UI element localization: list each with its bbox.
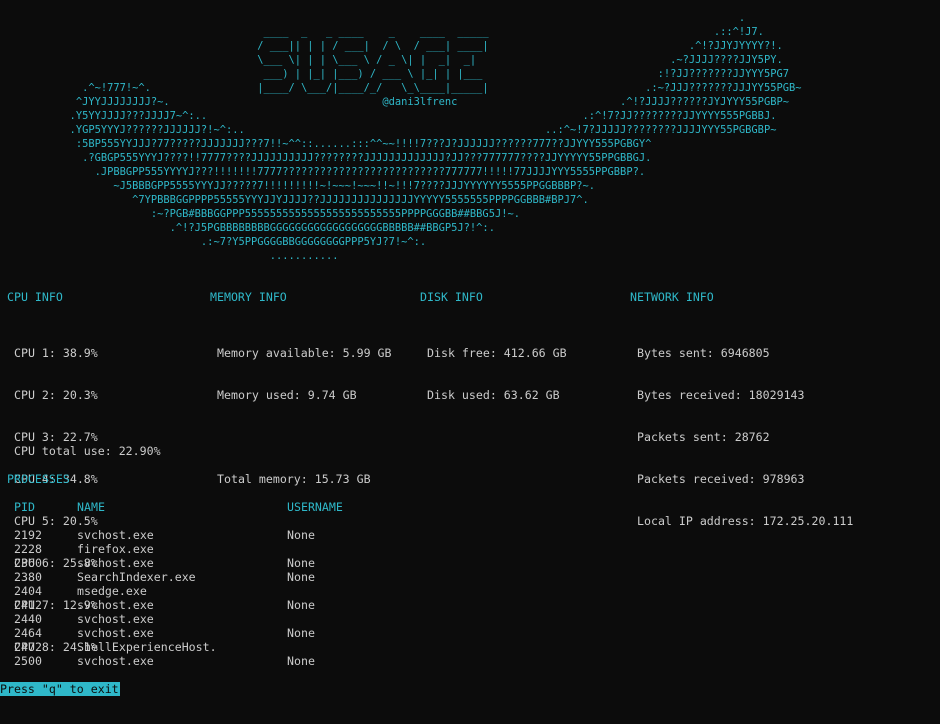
process-username: None — [287, 570, 315, 584]
network-info-list: Bytes sent: 6946805 Bytes received: 1802… — [637, 318, 853, 556]
process-username: None — [287, 556, 315, 570]
terminal-window: . ____ _ _ ____ _ ____ _____ .::^!J7. / … — [0, 0, 940, 696]
memory-info-list: Memory available: 5.99 GB Memory used: 9… — [217, 318, 392, 514]
cpu-info-title: CPU INFO — [7, 290, 63, 304]
process-name: firefox.exe — [77, 542, 154, 556]
memory-info-title: MEMORY INFO — [210, 290, 287, 304]
process-name: svchost.exe — [77, 612, 154, 626]
table-row: 2500 svchost.exe None — [14, 654, 315, 668]
process-name: svchost.exe — [77, 626, 154, 640]
cpu-core-value: CPU 2: 20.3% — [14, 388, 98, 402]
process-name: svchost.exe — [77, 556, 154, 570]
table-row: 2360 svchost.exe None — [14, 556, 315, 570]
memory-total: Total memory: 15.73 GB — [217, 472, 371, 486]
cpu-core-value: CPU 1: 38.9% — [14, 346, 98, 360]
process-username: None — [287, 598, 315, 612]
table-row: 2192 svchost.exe None — [14, 528, 315, 542]
network-info-title: NETWORK INFO — [630, 290, 714, 304]
process-pid: 2472 — [14, 640, 42, 654]
table-row: 2472 ShellExperienceHost. — [14, 640, 217, 654]
name-column-header: NAME — [77, 500, 105, 514]
process-pid: 2380 — [14, 570, 42, 584]
disk-free: Disk free: 412.66 GB — [427, 346, 567, 360]
process-pid: 2228 — [14, 542, 42, 556]
process-pid: 2500 — [14, 654, 42, 668]
exit-hint: Press "q" to exit — [0, 682, 120, 696]
process-name: svchost.exe — [77, 598, 154, 612]
table-row: 2464 svchost.exe None — [14, 626, 315, 640]
cpu-core-value: CPU 3: 22.7% — [14, 430, 98, 444]
process-name: ShellExperienceHost. — [77, 640, 217, 654]
memory-available: Memory available: 5.99 GB — [217, 346, 392, 360]
process-name: svchost.exe — [77, 654, 154, 668]
process-pid: 2404 — [14, 584, 42, 598]
process-username: None — [287, 528, 315, 542]
process-pid: 2440 — [14, 612, 42, 626]
processes-title: PROCESSES — [7, 472, 70, 486]
network-packets-sent: Packets sent: 28762 — [637, 430, 770, 444]
pid-column-header: PID — [14, 500, 35, 514]
process-pid: 2360 — [14, 556, 42, 570]
username-column-header: USERNAME — [287, 500, 343, 514]
table-row: 2440 svchost.exe — [14, 612, 154, 626]
network-packets-received: Packets received: 978963 — [637, 472, 805, 486]
table-row: 2380 SearchIndexer.exe None — [14, 570, 315, 584]
process-pid: 2192 — [14, 528, 42, 542]
table-row: 2228 firefox.exe — [14, 542, 154, 556]
process-username: None — [287, 654, 315, 668]
process-pid: 2412 — [14, 598, 42, 612]
process-pid: 2464 — [14, 626, 42, 640]
cpu-total-use: CPU total use: 22.90% — [14, 444, 161, 458]
disk-used: Disk used: 63.62 GB — [427, 388, 560, 402]
network-local-ip: Local IP address: 172.25.20.111 — [637, 514, 854, 528]
table-row: 2412 svchost.exe None — [14, 598, 315, 612]
table-row: 2404 msedge.exe — [14, 584, 147, 598]
memory-used: Memory used: 9.74 GB — [217, 388, 357, 402]
process-name: SearchIndexer.exe — [77, 570, 196, 584]
network-bytes-received: Bytes received: 18029143 — [637, 388, 805, 402]
process-name: svchost.exe — [77, 528, 154, 542]
disk-info-title: DISK INFO — [420, 290, 483, 304]
network-bytes-sent: Bytes sent: 6946805 — [637, 346, 770, 360]
process-table: 2192 svchost.exe None 2228 firefox.exe 2… — [14, 528, 315, 668]
disk-info-list: Disk free: 412.66 GB Disk used: 63.62 GB — [427, 318, 567, 430]
ascii-banner: . ____ _ _ ____ _ ____ _____ .::^!J7. / … — [69, 12, 802, 262]
process-username: None — [287, 626, 315, 640]
process-name: msedge.exe — [77, 584, 147, 598]
cpu-core-value: CPU 5: 20.5% — [14, 514, 98, 528]
